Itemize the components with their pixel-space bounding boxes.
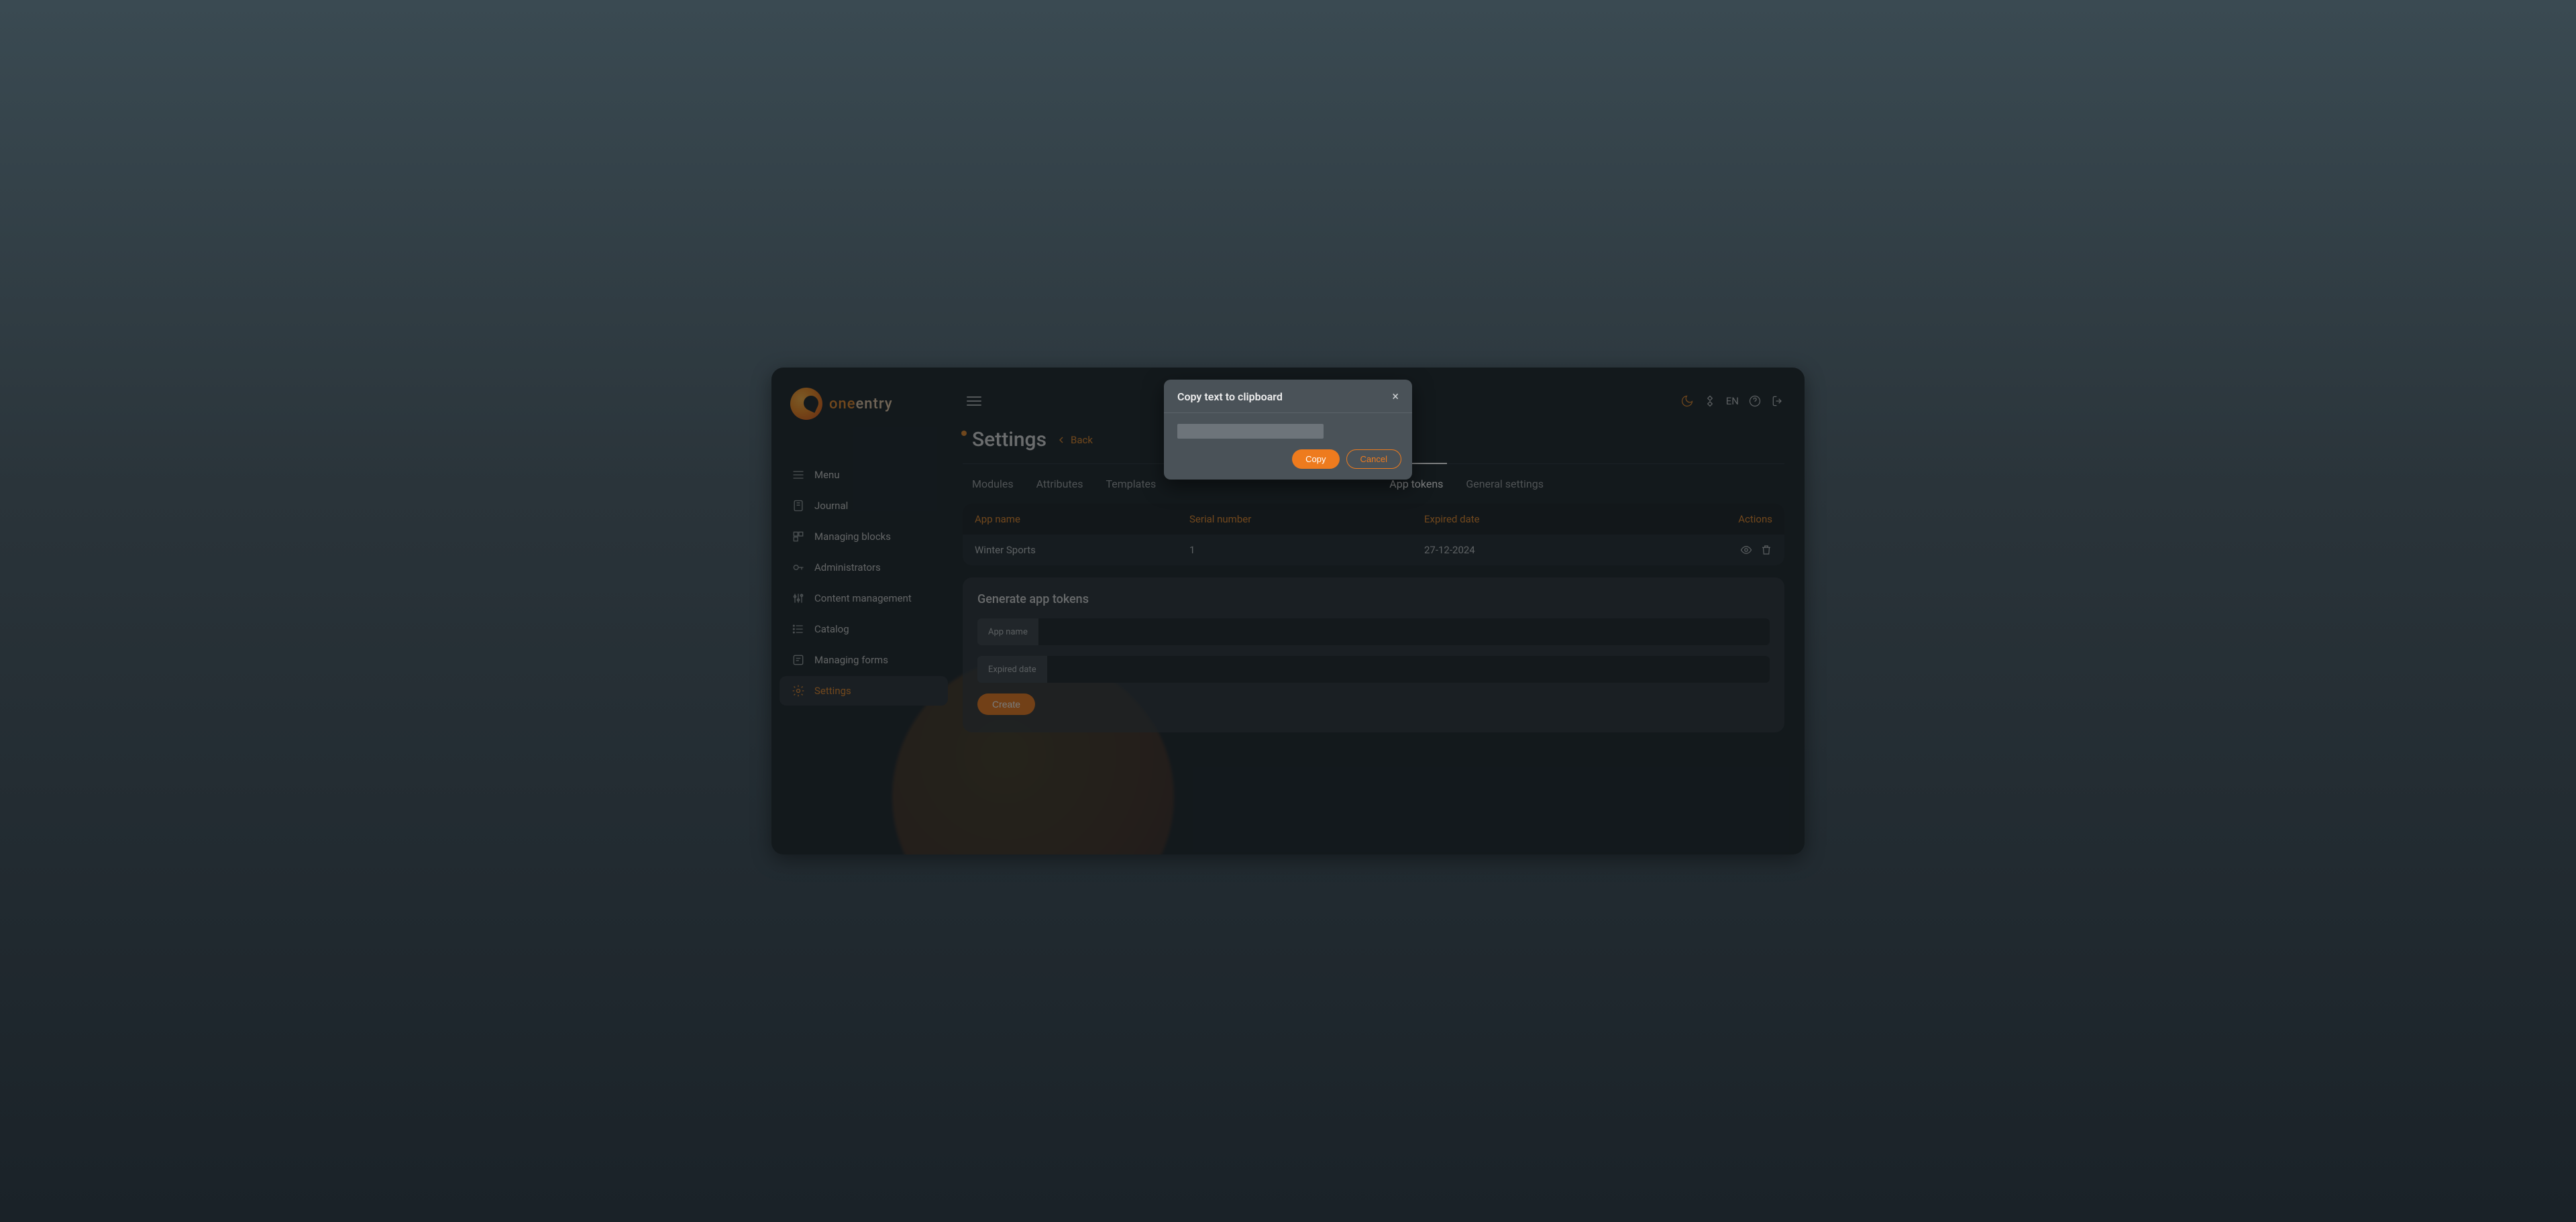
copy-button[interactable]: Copy [1292, 449, 1339, 469]
app-frame: oneentry Menu Journal Managing blocks Ad… [771, 368, 1805, 854]
modal-body [1164, 413, 1412, 443]
modal-header: Copy text to clipboard × [1164, 380, 1412, 413]
clipboard-text-input[interactable] [1177, 424, 1324, 439]
modal-actions: Copy Cancel [1164, 443, 1412, 469]
cancel-button[interactable]: Cancel [1346, 449, 1401, 469]
modal-title: Copy text to clipboard [1177, 390, 1283, 403]
copy-modal: Copy text to clipboard × Copy Cancel [1164, 380, 1412, 480]
close-icon[interactable]: × [1392, 391, 1399, 403]
